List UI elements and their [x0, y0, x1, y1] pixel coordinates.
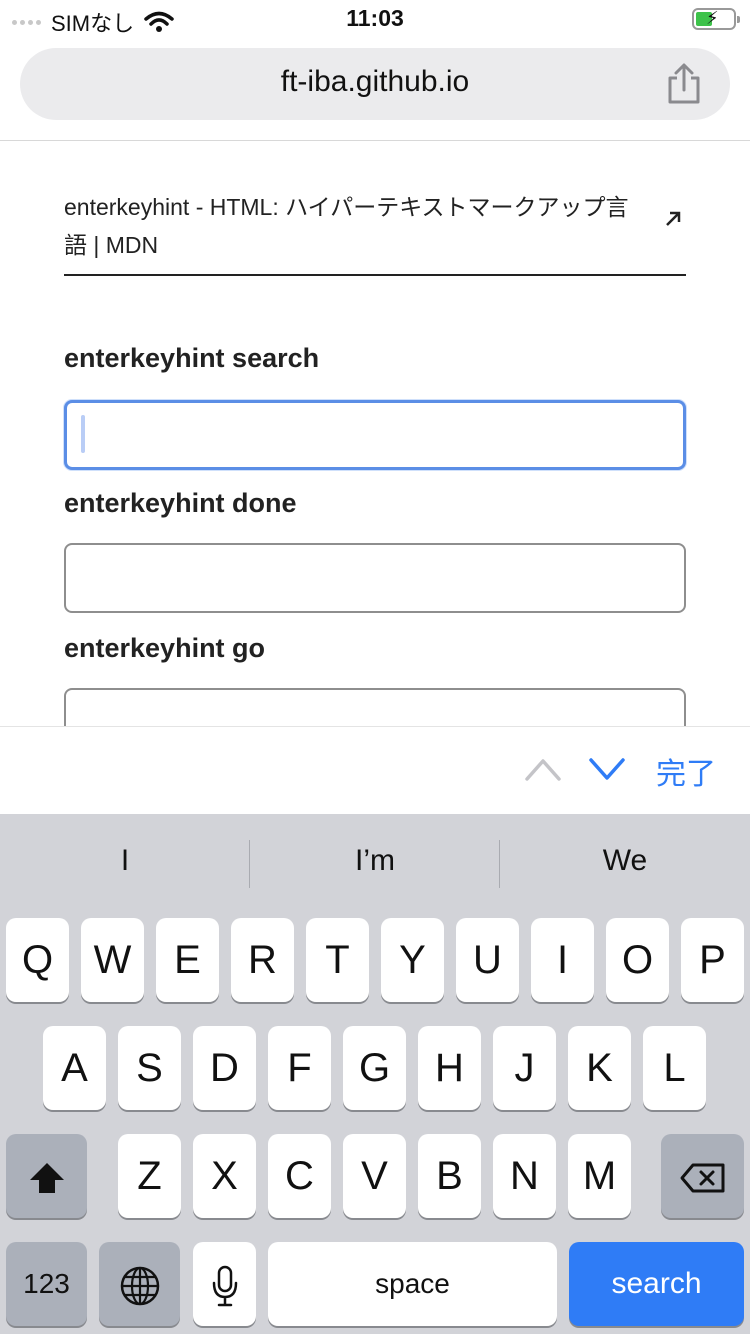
- delete-key[interactable]: [661, 1134, 744, 1218]
- clock: 11:03: [346, 5, 404, 31]
- key-g[interactable]: G: [343, 1026, 406, 1110]
- key-a[interactable]: A: [43, 1026, 106, 1110]
- key-j[interactable]: J: [493, 1026, 556, 1110]
- key-k[interactable]: K: [568, 1026, 631, 1110]
- field-label-search: enterkeyhint search: [64, 343, 320, 373]
- address-bar[interactable]: ft-iba.github.io: [20, 48, 730, 120]
- key-d[interactable]: D: [193, 1026, 256, 1110]
- key-e[interactable]: E: [156, 918, 219, 1002]
- key-i[interactable]: I: [531, 918, 594, 1002]
- key-p[interactable]: P: [681, 918, 744, 1002]
- status-bar: SIMなし 11:03 ⚡: [0, 0, 750, 40]
- url-text[interactable]: ft-iba.github.io: [20, 65, 730, 99]
- battery-icon: ⚡: [692, 8, 740, 30]
- toolbar-divider: [0, 140, 750, 141]
- chevron-down-icon[interactable]: [588, 755, 626, 783]
- backspace-icon: [680, 1163, 724, 1193]
- share-icon[interactable]: [664, 62, 704, 106]
- suggestion-2[interactable]: I’m: [250, 844, 500, 878]
- key-s[interactable]: S: [118, 1026, 181, 1110]
- done-button[interactable]: 完了: [656, 749, 716, 793]
- suggestion-1[interactable]: I: [0, 844, 250, 878]
- mdn-link-text[interactable]: enterkeyhint - HTML: ハイパーテキストマークアップ言語 | …: [64, 188, 644, 264]
- key-h[interactable]: H: [418, 1026, 481, 1110]
- key-o[interactable]: O: [606, 918, 669, 1002]
- key-l[interactable]: L: [643, 1026, 706, 1110]
- shift-key[interactable]: [6, 1134, 87, 1218]
- keyboard-accessory-bar: 完了: [0, 726, 750, 814]
- field-label-done: enterkeyhint done: [64, 488, 297, 518]
- shift-icon: [29, 1163, 64, 1194]
- keyboard: I I’m We Q W E R T Y U I O P A S D F G H…: [0, 814, 750, 1334]
- key-u[interactable]: U: [456, 918, 519, 1002]
- key-q[interactable]: Q: [6, 918, 69, 1002]
- key-t[interactable]: T: [306, 918, 369, 1002]
- globe-icon: [120, 1267, 159, 1306]
- key-m[interactable]: M: [568, 1134, 631, 1218]
- done-input[interactable]: [64, 543, 686, 613]
- search-return-key[interactable]: search: [569, 1242, 744, 1326]
- external-arrow-icon: [666, 211, 681, 226]
- key-f[interactable]: F: [268, 1026, 331, 1110]
- predictive-bar: I I’m We: [0, 814, 750, 914]
- mdn-external-link[interactable]: enterkeyhint - HTML: ハイパーテキストマークアップ言語 | …: [64, 184, 686, 276]
- key-v[interactable]: V: [343, 1134, 406, 1218]
- key-x[interactable]: X: [193, 1134, 256, 1218]
- space-key[interactable]: space: [268, 1242, 557, 1326]
- globe-key[interactable]: [99, 1242, 180, 1326]
- microphone-icon: [212, 1266, 237, 1307]
- search-input[interactable]: [64, 400, 686, 470]
- suggestion-3[interactable]: We: [500, 844, 750, 878]
- numbers-key[interactable]: 123: [6, 1242, 87, 1326]
- key-b[interactable]: B: [418, 1134, 481, 1218]
- key-r[interactable]: R: [231, 918, 294, 1002]
- key-z[interactable]: Z: [118, 1134, 181, 1218]
- key-y[interactable]: Y: [381, 918, 444, 1002]
- microphone-key[interactable]: [193, 1242, 256, 1326]
- key-w[interactable]: W: [81, 918, 144, 1002]
- field-label-go: enterkeyhint go: [64, 633, 266, 663]
- chevron-up-icon[interactable]: [524, 755, 562, 783]
- text-caret: [81, 415, 85, 453]
- key-n[interactable]: N: [493, 1134, 556, 1218]
- key-c[interactable]: C: [268, 1134, 331, 1218]
